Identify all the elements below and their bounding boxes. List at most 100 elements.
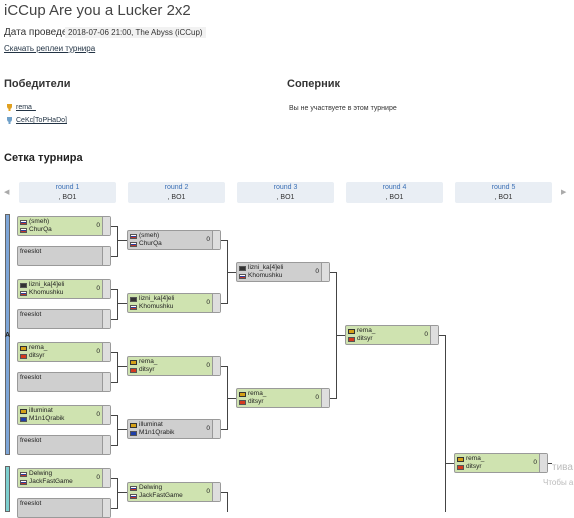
match-card[interactable]: rema_ ditsyr 0: [345, 325, 439, 345]
opponent-status-text: Вы не участвуете в этом турнире: [289, 105, 397, 112]
player-name: rema_: [466, 455, 485, 462]
bracket-heading: Сетка турнира: [4, 152, 83, 164]
player-name: M1n1Qrabik: [139, 429, 175, 436]
match-card[interactable]: rema_ ditsyr 0: [127, 356, 221, 376]
player-slot: illuminat: [20, 407, 53, 415]
player-name: JackFastGame: [139, 492, 183, 499]
player-name: illuminat: [29, 407, 53, 414]
silver-cup-icon: [6, 117, 13, 124]
match-handle[interactable]: [102, 406, 110, 424]
match-score: 0: [206, 488, 210, 495]
match-handle[interactable]: [102, 310, 110, 328]
bracket-connector: [336, 335, 345, 336]
match-card[interactable]: rema_ ditsyr 0: [454, 453, 548, 473]
player-name: rema_: [29, 344, 48, 351]
flag-icon: [239, 391, 246, 397]
player-slot: Delwing: [20, 470, 52, 478]
match-handle[interactable]: [102, 217, 110, 235]
player-name: Khomushku: [248, 272, 283, 279]
watermark-subtext: Чтобы а: [543, 478, 574, 487]
player-slot: lizni_ka[4]eli: [20, 281, 64, 289]
match-handle[interactable]: [430, 326, 438, 344]
bracket-connector: [117, 303, 127, 304]
match-card[interactable]: Delwing JackFastGame 0: [127, 482, 221, 502]
match-card[interactable]: illuminat M1n1Qrabik 0: [17, 405, 111, 425]
match-card[interactable]: freeslot: [17, 372, 111, 392]
bracket-connector: [227, 492, 228, 512]
round-tab[interactable]: round 4 , BO1: [346, 182, 443, 203]
flag-icon: [348, 328, 355, 334]
winner-name[interactable]: rema_: [16, 104, 36, 111]
match-card[interactable]: (smeh) ChurQa 0: [17, 216, 111, 236]
match-handle[interactable]: [212, 294, 220, 312]
player-slot: Khomushku: [20, 289, 63, 297]
flag-icon: [20, 416, 27, 422]
match-handle[interactable]: [102, 247, 110, 265]
match-handle[interactable]: [321, 263, 329, 281]
match-card[interactable]: freeslot: [17, 246, 111, 266]
flag-icon: [130, 233, 137, 239]
match-handle[interactable]: [102, 499, 110, 517]
round-format: , BO1: [385, 194, 404, 201]
flag-icon: [20, 227, 27, 233]
match-card[interactable]: freeslot: [17, 498, 111, 518]
match-card[interactable]: illuminat M1n1Qrabik 0: [127, 419, 221, 439]
player-slot: lizni_ka[4]eli: [130, 295, 174, 303]
flag-icon: [20, 353, 27, 359]
player-name: ChurQa: [29, 226, 52, 233]
match-handle[interactable]: [102, 436, 110, 454]
match-handle[interactable]: [212, 357, 220, 375]
flag-icon: [130, 367, 137, 373]
match-card[interactable]: (smeh) ChurQa 0: [127, 230, 221, 250]
bracket-connector: [227, 272, 236, 273]
match-handle[interactable]: [539, 454, 547, 472]
player-name: freeslot: [20, 248, 42, 255]
match-handle[interactable]: [212, 483, 220, 501]
player-name: lizni_ka[4]eli: [248, 264, 284, 271]
flag-icon: [20, 345, 27, 351]
player-slot: ChurQa: [130, 240, 162, 248]
match-handle[interactable]: [102, 469, 110, 487]
player-slot: JackFastGame: [20, 478, 73, 486]
scroll-left-icon[interactable]: ◀: [4, 188, 9, 196]
player-name: ditsyr: [466, 463, 482, 470]
match-score: 0: [533, 459, 537, 466]
round-tab[interactable]: round 3 , BO1: [237, 182, 334, 203]
bracket-connector: [117, 415, 118, 446]
bracket-connector: [117, 226, 118, 257]
match-card[interactable]: Delwing JackFastGame 0: [17, 468, 111, 488]
round-tab[interactable]: round 1 , BO1: [19, 182, 116, 203]
match-card[interactable]: lizni_ka[4]eli Khomushku 0: [236, 262, 330, 282]
player-slot: (smeh): [130, 232, 159, 240]
player-slot: ditsyr: [457, 463, 482, 471]
match-card[interactable]: freeslot: [17, 309, 111, 329]
round-tab[interactable]: round 2 , BO1: [128, 182, 225, 203]
match-card[interactable]: lizni_ka[4]eli Khomushku 0: [17, 279, 111, 299]
flag-icon: [239, 265, 246, 271]
match-handle[interactable]: [212, 420, 220, 438]
download-replays-link[interactable]: Скачать реплеи турнира: [4, 44, 95, 53]
match-card[interactable]: lizni_ka[4]eli Khomushku 0: [127, 293, 221, 313]
match-card[interactable]: rema_ ditsyr 0: [17, 342, 111, 362]
match-handle[interactable]: [102, 343, 110, 361]
winner-name[interactable]: CeKc[ToPHaDo]: [16, 117, 67, 124]
player-slot: ditsyr: [239, 398, 264, 406]
watermark-text: тива: [552, 462, 573, 473]
match-handle[interactable]: [102, 373, 110, 391]
player-name: freeslot: [20, 437, 42, 444]
player-slot: ditsyr: [130, 366, 155, 374]
scroll-right-icon[interactable]: ▶: [561, 188, 566, 196]
match-handle[interactable]: [212, 231, 220, 249]
player-name: (smeh): [139, 232, 160, 239]
round-name: round 1: [55, 184, 80, 191]
match-card[interactable]: rema_ ditsyr 0: [236, 388, 330, 408]
match-score: 0: [206, 362, 210, 369]
match-card[interactable]: freeslot: [17, 435, 111, 455]
round-tab[interactable]: round 5 , BO1: [455, 182, 552, 203]
player-name: lizni_ka[4]eli: [139, 295, 175, 302]
player-slot: ditsyr: [20, 352, 45, 360]
player-name: freeslot: [20, 374, 42, 381]
match-handle[interactable]: [321, 389, 329, 407]
player-slot: rema_: [20, 344, 47, 352]
match-handle[interactable]: [102, 280, 110, 298]
